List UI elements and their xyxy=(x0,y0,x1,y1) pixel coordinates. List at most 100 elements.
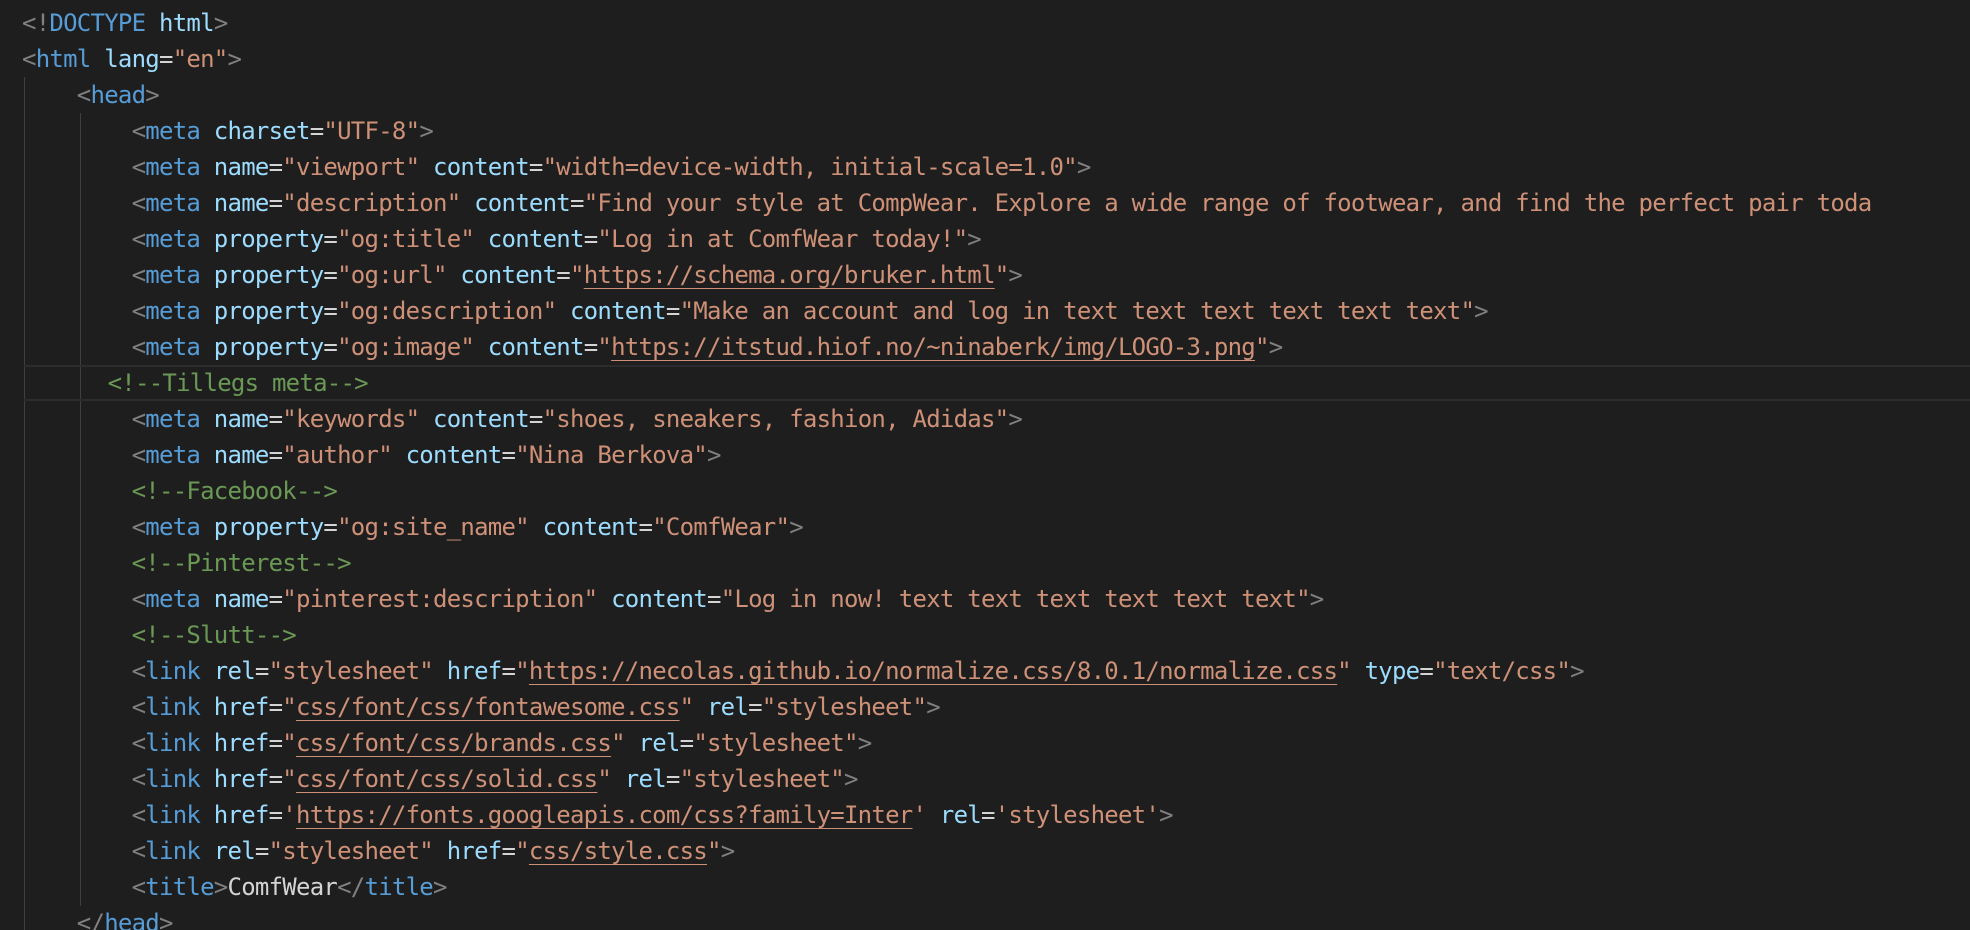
text: = xyxy=(268,189,283,217)
code-line-head-close[interactable]: </head> xyxy=(0,905,1970,930)
text: = xyxy=(570,189,584,217)
line-text: <!--Slutt--> xyxy=(22,617,297,653)
code-line-comment-facebook[interactable]: <!--Facebook--> xyxy=(0,473,1970,509)
string-value: "author" xyxy=(282,441,392,469)
tag-name: link xyxy=(145,693,201,721)
string-value: " xyxy=(994,261,1009,289)
code-line-link-google-fonts[interactable]: <link href='https://fonts.googleapis.com… xyxy=(0,797,1970,833)
text xyxy=(419,153,433,181)
code-line-comment-pinterest[interactable]: <!--Pinterest--> xyxy=(0,545,1970,581)
punctuation: < xyxy=(131,297,146,325)
url-link[interactable]: css/font/css/solid.css xyxy=(296,765,598,793)
url-link[interactable]: https://itstud.hiof.no/~ninaberk/img/LOG… xyxy=(611,333,1256,361)
text: = xyxy=(1419,657,1434,685)
string-value: "stylesheet" xyxy=(761,693,927,721)
code-line-link-fontawesome[interactable]: <link href="css/font/css/fontawesome.css… xyxy=(0,689,1970,725)
string-value: " xyxy=(282,693,296,721)
code-line-link-normalize[interactable]: <link rel="stylesheet" href="https://nec… xyxy=(0,653,1970,689)
punctuation: > xyxy=(1309,585,1324,613)
text: = xyxy=(638,513,653,541)
string-value: "og:site_name" xyxy=(337,513,530,541)
attribute-name: html xyxy=(159,9,215,37)
code-line-comment-tillegs-meta[interactable]: <!--Tillegs meta--> xyxy=(24,365,1970,401)
code-line-meta-viewport[interactable]: <meta name="viewport" content="width=dev… xyxy=(0,149,1970,185)
text xyxy=(22,477,132,505)
code-line-doctype[interactable]: <!DOCTYPE html> xyxy=(0,5,1970,41)
code-line-html-open[interactable]: <html lang="en"> xyxy=(0,41,1970,77)
code-line-link-style[interactable]: <link rel="stylesheet" href="css/style.c… xyxy=(0,833,1970,869)
code-line-link-brands[interactable]: <link href="css/font/css/brands.css" rel… xyxy=(0,725,1970,761)
tag-name: link xyxy=(145,657,201,685)
punctuation: <! xyxy=(22,9,50,37)
comment: <!--Slutt--> xyxy=(131,621,297,649)
url-link[interactable]: css/font/css/fontawesome.css xyxy=(296,693,680,721)
code-line-title[interactable]: <title>ComfWear</title> xyxy=(0,869,1970,905)
code-line-meta-keywords[interactable]: <meta name="keywords" content="shoes, sn… xyxy=(0,401,1970,437)
tag-name: DOCTYPE xyxy=(49,9,146,37)
text xyxy=(22,909,77,930)
line-text: <link href='https://fonts.googleapis.com… xyxy=(22,797,1174,833)
text xyxy=(22,513,132,541)
code-editor[interactable]: <!DOCTYPE html> <html lang="en"> <head> <… xyxy=(0,0,1970,930)
code-line-meta-og-description[interactable]: <meta property="og:description" content=… xyxy=(0,293,1970,329)
punctuation: > xyxy=(1076,153,1091,181)
punctuation: > xyxy=(844,765,858,793)
line-text: </head> xyxy=(22,905,174,930)
punctuation: > xyxy=(433,873,447,901)
punctuation: < xyxy=(131,873,146,901)
punctuation: < xyxy=(131,729,146,757)
tag-name: title xyxy=(364,873,434,901)
text xyxy=(611,765,625,793)
code-line-meta-og-title[interactable]: <meta property="og:title" content="Log i… xyxy=(0,221,1970,257)
text xyxy=(22,801,132,829)
text: = xyxy=(323,513,338,541)
string-value: "og:url" xyxy=(337,261,447,289)
punctuation: < xyxy=(131,693,146,721)
code-line-meta-author[interactable]: <meta name="author" content="Nina Berkov… xyxy=(0,437,1970,473)
tag-name: meta xyxy=(145,333,201,361)
url-link[interactable]: css/font/css/brands.css xyxy=(296,729,612,757)
string-value: "description" xyxy=(282,189,461,217)
code-line-meta-og-url[interactable]: <meta property="og:url" content="https:/… xyxy=(0,257,1970,293)
text: = xyxy=(268,405,283,433)
text: = xyxy=(323,297,338,325)
tag-name: meta xyxy=(145,225,201,253)
code-line-meta-pinterest-description[interactable]: <meta name="pinterest:description" conte… xyxy=(0,581,1970,617)
string-value: "width=device-width, initial-scale=1.0" xyxy=(542,153,1078,181)
code-line-meta-description[interactable]: <meta name="description" content="Find y… xyxy=(0,185,1970,221)
code-line-comment-slutt[interactable]: <!--Slutt--> xyxy=(0,617,1970,653)
text: = xyxy=(583,225,598,253)
text xyxy=(474,225,488,253)
text xyxy=(22,549,132,577)
punctuation: < xyxy=(131,837,146,865)
line-text: <meta property="og:image" content="https… xyxy=(22,329,1284,365)
code-line-meta-og-image[interactable]: <meta property="og:image" content="https… xyxy=(0,329,1970,365)
text xyxy=(200,801,214,829)
url-link[interactable]: https://fonts.googleapis.com/css?family=… xyxy=(296,801,913,829)
code-line-meta-og-site-name[interactable]: <meta property="og:site_name" content="C… xyxy=(0,509,1970,545)
line-text: <meta property="og:description" content=… xyxy=(22,293,1489,329)
attribute-name: href xyxy=(213,765,270,793)
string-value: " xyxy=(597,333,612,361)
url-link[interactable]: css/style.css xyxy=(529,837,708,865)
tag-name: link xyxy=(145,765,201,793)
line-text: <!DOCTYPE html> xyxy=(22,5,228,41)
punctuation: > xyxy=(1159,801,1173,829)
code-line-head-open[interactable]: <head> xyxy=(0,77,1970,113)
text xyxy=(693,693,707,721)
attribute-name: rel xyxy=(638,729,681,757)
text: = xyxy=(323,333,338,361)
string-value: "og:title" xyxy=(337,225,475,253)
string-value: " xyxy=(597,765,612,793)
text xyxy=(1351,657,1365,685)
code-line-meta-charset[interactable]: <meta charset="UTF-8"> xyxy=(0,113,1970,149)
code-line-link-solid[interactable]: <link href="css/font/css/solid.css" rel=… xyxy=(0,761,1970,797)
attribute-name: name xyxy=(213,441,270,469)
string-value: "en" xyxy=(172,45,229,73)
text: = xyxy=(501,441,516,469)
string-value: "stylesheet" xyxy=(268,837,434,865)
string-value: " xyxy=(1254,333,1269,361)
url-link[interactable]: https://schema.org/bruker.html xyxy=(584,261,996,289)
text xyxy=(200,693,214,721)
url-link[interactable]: https://necolas.github.io/normalize.css/… xyxy=(529,657,1338,685)
